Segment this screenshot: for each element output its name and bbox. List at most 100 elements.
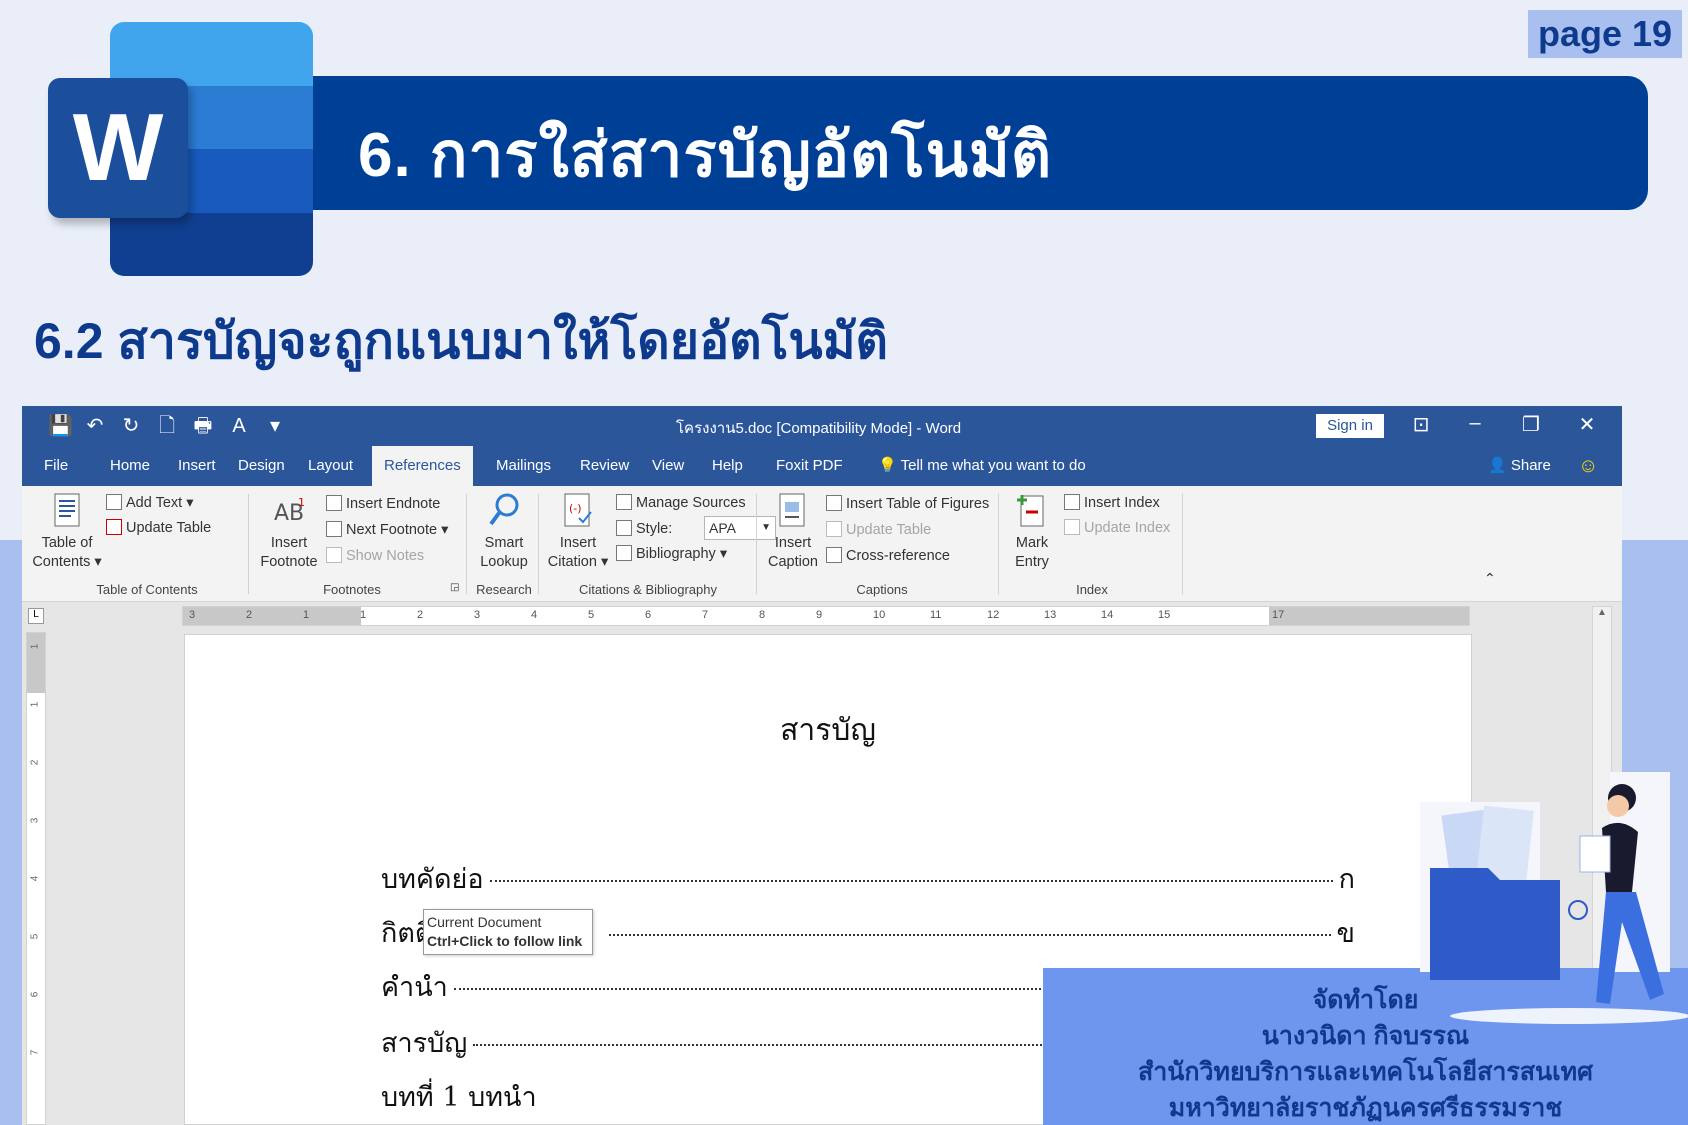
ruler-tick-label: 3 [474, 609, 481, 621]
show-notes-icon [326, 547, 342, 563]
page-number-badge: page 19 [1528, 10, 1682, 58]
save-icon[interactable]: 💾 [48, 414, 73, 438]
ruler-tick-label: 8 [759, 609, 766, 621]
table-of-figures-icon [826, 495, 842, 511]
horizontal-ruler[interactable]: 3 2 1 1 2 3 4 5 6 7 8 9 10 11 12 13 14 15 17 [182, 606, 1470, 626]
table-of-contents-button[interactable]: Table of Contents ▾ [32, 492, 102, 572]
minimize-icon[interactable]: – [1460, 412, 1490, 435]
woman-with-folder-illustration [1420, 772, 1688, 1024]
update-table-icon [826, 521, 842, 537]
ribbon-display-options-icon[interactable]: ⊡ [1406, 412, 1436, 437]
ruler-tick-label: 5 [29, 933, 41, 940]
new-document-icon[interactable]: 🗋 [156, 414, 178, 438]
update-index-icon [1064, 519, 1080, 535]
magnifier-icon [489, 493, 519, 526]
spelling-icon[interactable]: A [228, 414, 250, 438]
insert-index-button[interactable]: Insert Index [1064, 494, 1160, 511]
insert-citation-button[interactable]: (-) Insert Citation ▾ [546, 492, 610, 572]
tab-home[interactable]: Home [100, 446, 160, 486]
citation-icon: (-) [564, 493, 592, 527]
svg-text:(-): (-) [569, 502, 582, 515]
update-table-figures-button[interactable]: Update Table [826, 521, 931, 538]
tab-file[interactable]: File [34, 446, 78, 486]
feedback-smiley-icon[interactable]: ☺ [1568, 446, 1608, 486]
insert-endnote-button[interactable]: Insert Endnote [326, 495, 440, 512]
update-table-button[interactable]: Update Table [106, 519, 211, 536]
print-preview-icon[interactable]: 🖶 [192, 414, 214, 438]
manage-sources-button[interactable]: Manage Sources [616, 494, 746, 511]
undo-icon[interactable]: ↶ [84, 414, 106, 438]
ribbon-tabs: File Home Insert Design Layout Reference… [22, 446, 1622, 486]
group-label-footnotes: Footnotes [323, 582, 381, 597]
collapse-ribbon-icon[interactable]: ⌃ [1484, 570, 1496, 587]
mark-entry-button[interactable]: Mark Entry [1006, 492, 1058, 572]
tab-stop-selector-icon[interactable]: L [28, 608, 44, 624]
ruler-tick-label: 15 [1158, 609, 1171, 621]
tab-view[interactable]: View [642, 446, 694, 486]
smart-lookup-button[interactable]: Smart Lookup [474, 492, 534, 572]
cross-reference-button[interactable]: Cross-reference [826, 547, 950, 564]
word-logo: W [48, 22, 313, 276]
slide-title: 6. การใส่สารบัญอัตโนมัติ [358, 121, 1053, 190]
sign-in-button[interactable]: Sign in [1316, 414, 1384, 438]
ruler-tick-label: 11 [930, 609, 942, 621]
ruler-tick-label: 12 [987, 609, 1000, 621]
share-button[interactable]: 👤 Share [1478, 446, 1561, 486]
redo-icon[interactable]: ↻ [120, 414, 142, 438]
toc-icon [54, 493, 80, 527]
ruler-tick-label: 7 [702, 609, 709, 621]
insert-caption-button[interactable]: Insert Caption [764, 492, 822, 572]
group-separator [1182, 494, 1183, 594]
next-footnote-button[interactable]: Next Footnote ▾ [326, 521, 448, 538]
style-icon [616, 520, 632, 536]
ruler-tick-label: 6 [645, 609, 652, 621]
footnotes-dialog-launcher-icon[interactable]: ◲ [450, 582, 459, 593]
tab-references[interactable]: References [372, 446, 473, 486]
ruler-tick-label: 3 [29, 817, 41, 824]
scroll-up-icon[interactable]: ▲ [1593, 607, 1611, 618]
group-separator [248, 494, 249, 594]
credit-line: สำนักวิทยบริการและเทคโนโลยีสารสนเทศ [1137, 1058, 1594, 1086]
quick-access-toolbar: 💾 ↶ ↻ 🗋 🖶 A ▾ [48, 414, 286, 438]
customize-qat-icon[interactable]: ▾ [264, 414, 286, 438]
tell-me-box[interactable]: 💡 Tell me what you want to do [868, 446, 1096, 486]
group-separator [538, 494, 539, 594]
svg-text:1: 1 [298, 496, 305, 509]
group-label-index: Index [1076, 582, 1108, 597]
add-text-button[interactable]: Add Text ▾ [106, 494, 193, 511]
window-titlebar: 💾 ↶ ↻ 🗋 🖶 A ▾ โครงงาน5.doc [Compatibilit… [22, 406, 1622, 446]
tab-foxit-pdf[interactable]: Foxit PDF [766, 446, 853, 486]
update-index-button[interactable]: Update Index [1064, 519, 1170, 536]
vertical-ruler[interactable]: 1 1 2 3 4 5 6 7 [26, 632, 46, 1125]
show-notes-button[interactable]: Show Notes [326, 547, 424, 564]
manage-sources-icon [616, 494, 632, 510]
share-label: Share [1510, 457, 1551, 474]
ruler-tick-label: 2 [246, 609, 253, 621]
insert-footnote-button[interactable]: AB 1 Insert Footnote [258, 492, 320, 572]
tab-help[interactable]: Help [702, 446, 753, 486]
ruler-tick-label: 1 [303, 609, 310, 621]
toc-heading: สารบัญ [780, 713, 876, 748]
close-icon[interactable]: ✕ [1572, 412, 1602, 437]
ruler-tick-label: 3 [189, 609, 196, 621]
ruler-tick-label: 1 [360, 609, 367, 621]
group-separator [998, 494, 999, 594]
slide-title-bar: 6. การใส่สารบัญอัตโนมัติ [280, 76, 1648, 210]
ruler-tick-label: 13 [1044, 609, 1057, 621]
ruler-tick-label: 5 [588, 609, 595, 621]
bibliography-button[interactable]: Bibliography ▾ [616, 545, 727, 562]
bibliography-icon [616, 545, 632, 561]
next-footnote-icon [326, 521, 342, 537]
footnote-icon: AB1 [274, 496, 305, 526]
style-label: Style: [616, 520, 672, 537]
tab-layout[interactable]: Layout [298, 446, 363, 486]
group-label-captions: Captions [856, 582, 908, 597]
insert-table-of-figures-button[interactable]: Insert Table of Figures [826, 495, 989, 512]
toc-entry[interactable]: บทคัดย่อก [381, 857, 1355, 900]
restore-icon[interactable]: ❐ [1516, 412, 1546, 437]
tab-review[interactable]: Review [570, 446, 639, 486]
tab-insert[interactable]: Insert [168, 446, 226, 486]
tab-design[interactable]: Design [228, 446, 295, 486]
slide-subtitle: 6.2 สารบัญจะถูกแนบมาให้โดยอัตโนมัติ [34, 313, 889, 369]
tab-mailings[interactable]: Mailings [486, 446, 561, 486]
